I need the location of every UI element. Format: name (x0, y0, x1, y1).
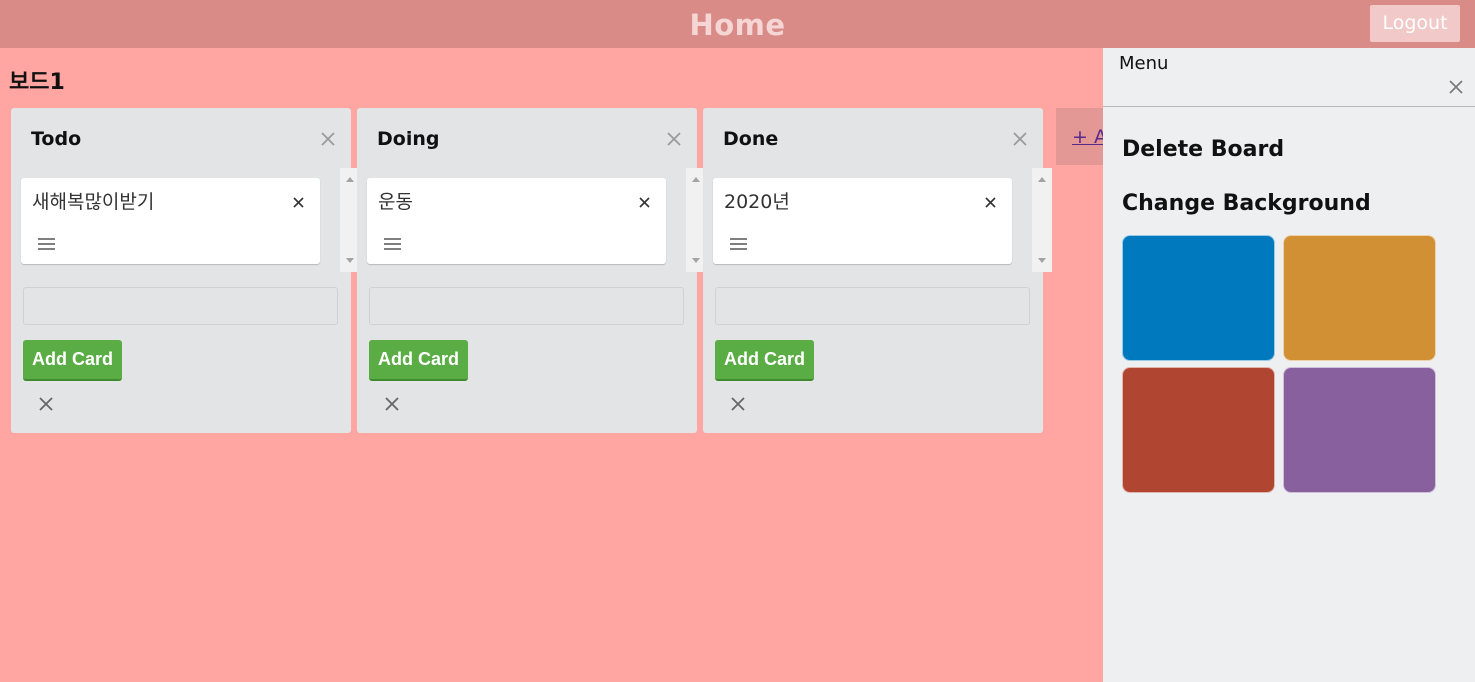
close-icon[interactable] (730, 396, 746, 412)
list-title: Doing (377, 128, 440, 150)
add-card-button[interactable]: Add Card (369, 340, 468, 381)
close-icon[interactable] (292, 194, 305, 208)
background-swatch-purple[interactable] (1283, 367, 1436, 493)
change-background-heading: Change Background (1122, 191, 1371, 216)
close-icon[interactable] (984, 194, 997, 208)
close-icon[interactable] (319, 130, 337, 148)
close-icon[interactable] (1449, 79, 1463, 94)
hamburger-icon[interactable] (730, 236, 747, 250)
background-swatch-red[interactable] (1122, 367, 1275, 493)
page-title: Home (689, 8, 786, 42)
scroll-down-arrow-icon[interactable] (692, 258, 700, 263)
add-card-button[interactable]: Add Card (715, 340, 814, 381)
card-text: 2020년 (724, 191, 790, 213)
hamburger-icon[interactable] (38, 236, 55, 250)
delete-board-button[interactable]: Delete Board (1122, 137, 1284, 162)
scroll-down-arrow-icon[interactable] (1038, 258, 1046, 263)
list-doing: Doing 운동 Add Card (357, 108, 706, 433)
list-title: Done (723, 128, 779, 150)
close-icon[interactable] (638, 194, 651, 208)
list-done: Done 2020년 Add Card (703, 108, 1052, 433)
scrollbar[interactable] (1032, 168, 1052, 272)
cards-container: 운동 (367, 168, 706, 272)
top-bar: Home Logout (0, 0, 1475, 48)
close-icon[interactable] (1011, 130, 1029, 148)
new-card-input[interactable] (23, 287, 338, 325)
logout-button[interactable]: Logout (1370, 5, 1460, 42)
close-icon[interactable] (38, 396, 54, 412)
menu-panel: Menu Delete Board Change Background (1103, 48, 1475, 682)
menu-divider (1103, 106, 1475, 107)
close-icon[interactable] (665, 130, 683, 148)
background-swatch-orange[interactable] (1283, 235, 1436, 361)
scroll-up-arrow-icon[interactable] (1038, 177, 1046, 182)
add-list-link[interactable]: + A (1072, 126, 1107, 148)
scroll-down-arrow-icon[interactable] (346, 258, 354, 263)
new-card-input[interactable] (369, 287, 684, 325)
card[interactable]: 운동 (367, 178, 666, 264)
scroll-up-arrow-icon[interactable] (692, 177, 700, 182)
card-text: 운동 (378, 191, 413, 213)
card[interactable]: 새해복많이받기 (21, 178, 320, 264)
close-icon[interactable] (384, 396, 400, 412)
list-title: Todo (31, 128, 82, 150)
add-card-button[interactable]: Add Card (23, 340, 122, 381)
card[interactable]: 2020년 (713, 178, 1012, 264)
new-card-input[interactable] (715, 287, 1030, 325)
scroll-up-arrow-icon[interactable] (346, 177, 354, 182)
cards-container: 2020년 (713, 168, 1052, 272)
card-text: 새해복많이받기 (32, 191, 155, 213)
board-title: 보드1 (9, 70, 65, 95)
cards-container: 새해복많이받기 (21, 168, 360, 272)
hamburger-icon[interactable] (384, 236, 401, 250)
menu-title: Menu (1119, 53, 1169, 74)
list-todo: Todo 새해복많이받기 Add Card (11, 108, 360, 433)
background-swatch-blue[interactable] (1122, 235, 1275, 361)
